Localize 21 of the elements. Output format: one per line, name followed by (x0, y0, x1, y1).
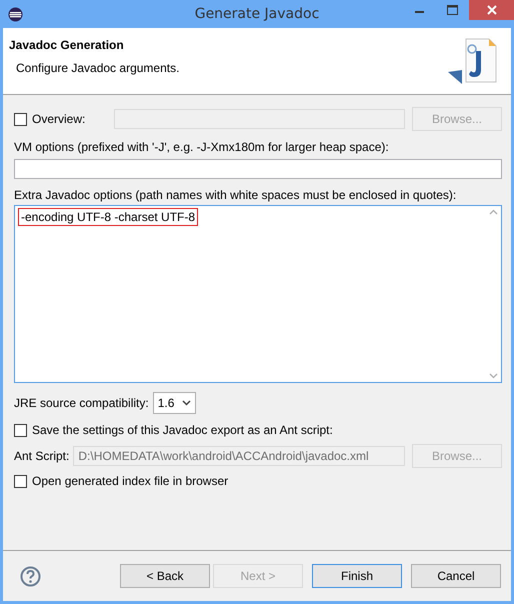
save-ant-checkbox[interactable] (14, 424, 27, 436)
vm-options-field[interactable] (14, 159, 502, 179)
page-description: Configure Javadoc arguments. (15, 61, 180, 75)
cancel-button[interactable]: Cancel (411, 564, 501, 588)
jre-label: JRE source compatibility: (14, 396, 149, 410)
option-text: -encoding UTF-8 -charset UTF-8 (18, 208, 198, 226)
overview-label: Overview: (32, 112, 86, 126)
open-index-checkbox[interactable] (14, 474, 27, 488)
open-index-label: Open generated index file in browser (32, 474, 228, 488)
ant-script-label: Ant Script: (14, 449, 70, 463)
caret-icon (182, 400, 192, 406)
save-ant-label: Save the settings of this Javadoc export as an Ant script: (32, 423, 333, 437)
finish-button[interactable]: Finish (312, 564, 402, 588)
vm-options-label: VM options (prefixed with '-J', e.g. -J-Xmx180m for larger heap space): (14, 140, 390, 154)
window-title: Generate Javadoc (194, 6, 320, 22)
jre-dropdown[interactable]: 1.6 (152, 392, 196, 414)
page-title: Javadoc Generation (9, 38, 125, 52)
help-icon[interactable] (20, 566, 41, 586)
close-icon[interactable] (469, 0, 514, 20)
extra-options-label: Extra Javadoc options (path names with white spaces must be enclosed in quotes): (14, 188, 458, 202)
back-button[interactable]: < Back (120, 564, 210, 588)
